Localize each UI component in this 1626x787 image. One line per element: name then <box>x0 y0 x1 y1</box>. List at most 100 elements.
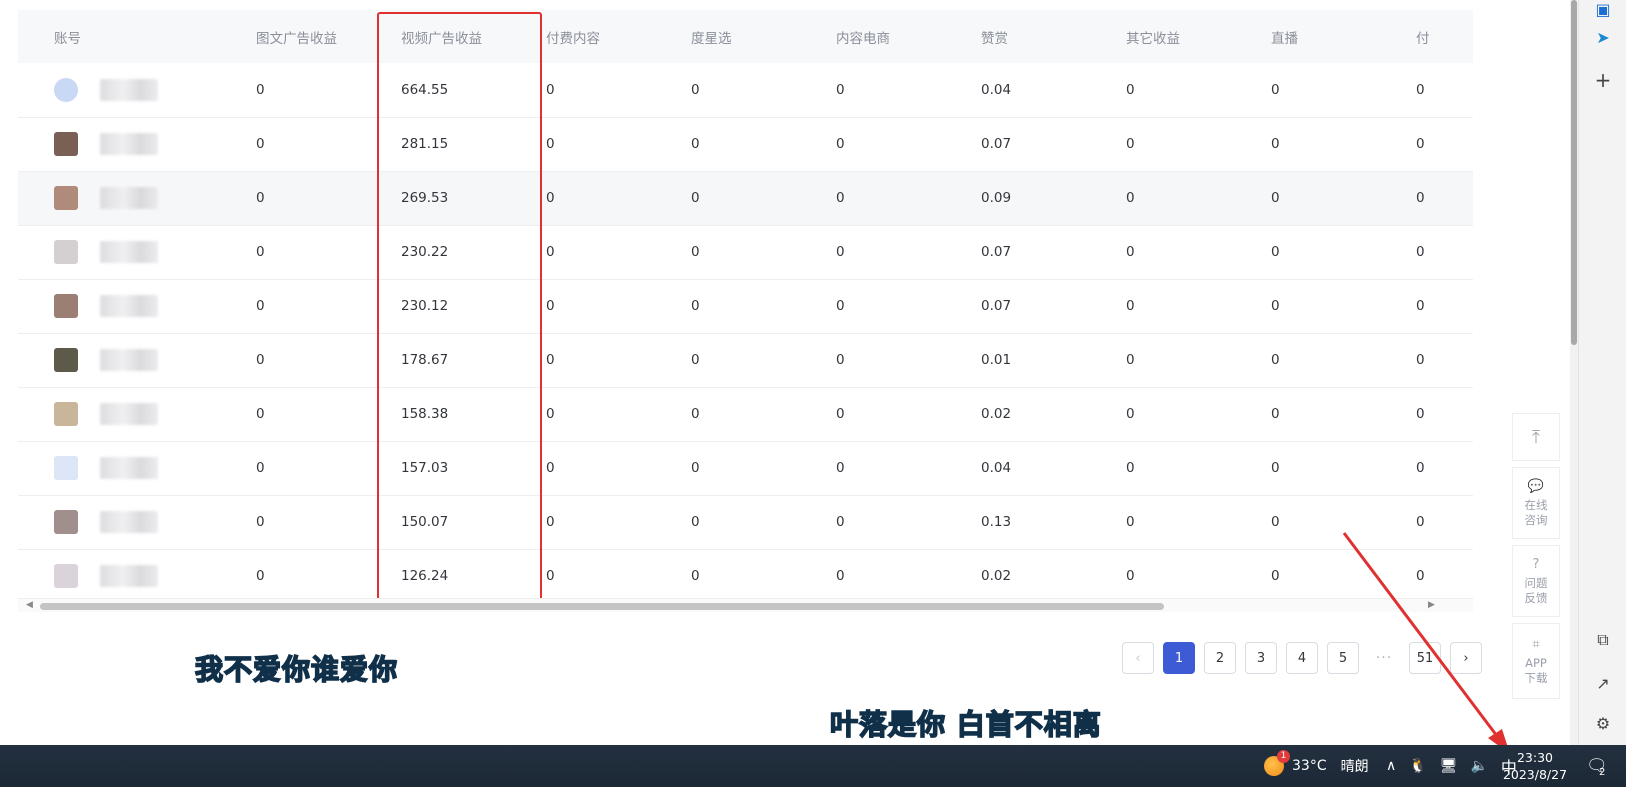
cell-duxingxuan: 0 <box>655 63 800 118</box>
column-header: 其它收益 <box>1090 10 1235 63</box>
table-row: 0 157.03 0 0 0 0.04 0 0 0 <box>18 441 1473 496</box>
page-button-5[interactable]: 5 <box>1327 642 1359 674</box>
cell-ecommerce: 0 <box>800 333 945 388</box>
cell-tip: 0.07 <box>945 225 1090 280</box>
account-cell <box>18 441 220 496</box>
column-header: 赞赏 <box>945 10 1090 63</box>
page-button-3[interactable]: 3 <box>1245 642 1277 674</box>
avatar <box>54 456 78 480</box>
weather-widget[interactable]: 1 33°C 晴朗 <box>1264 745 1369 787</box>
cell-paid: 0 <box>510 63 655 118</box>
cell-video-ad: 664.55 <box>365 63 510 118</box>
account-cell <box>18 117 220 172</box>
outlook-icon[interactable]: ▣ <box>1593 0 1613 20</box>
horizontal-scrollbar[interactable]: ◀ ▶ <box>18 598 1473 612</box>
scroll-right-arrow-icon[interactable]: ▶ <box>1428 600 1435 610</box>
account-cell <box>18 387 220 442</box>
cell-last: 0 <box>1380 63 1473 118</box>
taskbar: 1 33°C 晴朗 ∧ 🐧 🖥 🔈 中 23:30 2023/8/27 🗨 2 <box>0 745 1626 787</box>
cell-duxingxuan: 0 <box>655 495 800 550</box>
table-row: 0 126.24 0 0 0 0.02 0 0 0 <box>18 549 1473 604</box>
page-button-last[interactable]: 51 <box>1409 642 1441 674</box>
column-header: 账号 <box>18 10 220 63</box>
account-name-blurred <box>100 295 158 317</box>
cell-other: 0 <box>1090 63 1235 118</box>
feedback-button[interactable]: ? 问题反馈 <box>1512 545 1560 617</box>
network-icon[interactable]: 🖥 <box>1440 758 1458 774</box>
screenshot-icon[interactable]: ⧉ <box>1593 630 1613 650</box>
cell-text-ad: 0 <box>220 333 365 388</box>
cell-live: 0 <box>1235 117 1380 172</box>
cell-live: 0 <box>1235 279 1380 334</box>
online-consult-button[interactable]: 💬 在线咨询 <box>1512 467 1560 539</box>
account-name-blurred <box>100 511 158 533</box>
cell-tip: 0.02 <box>945 549 1090 604</box>
tray-expand-icon[interactable]: ∧ <box>1386 758 1396 774</box>
add-icon[interactable]: + <box>1593 70 1613 90</box>
cell-text-ad: 0 <box>220 171 365 226</box>
cell-text-ad: 0 <box>220 63 365 118</box>
cell-video-ad: 281.15 <box>365 117 510 172</box>
telegram-icon[interactable]: ➤ <box>1593 28 1613 48</box>
account-cell <box>18 549 220 604</box>
scrollbar-thumb[interactable] <box>40 603 1164 610</box>
qr-code-icon: ⌗ <box>1532 636 1540 652</box>
cell-live: 0 <box>1235 333 1380 388</box>
temperature: 33°C <box>1292 758 1327 774</box>
avatar <box>54 77 78 102</box>
settings-gear-icon[interactable]: ⚙ <box>1593 714 1613 734</box>
cell-paid: 0 <box>510 279 655 334</box>
cell-tip: 0.04 <box>945 63 1090 118</box>
app-download-button[interactable]: ⌗ APP下载 <box>1512 623 1560 699</box>
back-to-top-button[interactable]: ⤒ <box>1512 413 1560 461</box>
cell-duxingxuan: 0 <box>655 279 800 334</box>
cell-other: 0 <box>1090 495 1235 550</box>
page-ellipsis[interactable]: ··· <box>1368 650 1400 666</box>
page-button-2[interactable]: 2 <box>1204 642 1236 674</box>
cell-paid: 0 <box>510 387 655 442</box>
cell-video-ad: 269.53 <box>365 171 510 226</box>
account-name-blurred <box>100 349 158 371</box>
cell-duxingxuan: 0 <box>655 387 800 442</box>
page-scrollbar-thumb[interactable] <box>1571 0 1577 345</box>
cell-paid: 0 <box>510 441 655 496</box>
cell-last: 0 <box>1380 225 1473 280</box>
video-caption-1: 我不爱你谁爱你 <box>194 652 399 687</box>
cell-paid: 0 <box>510 171 655 226</box>
cell-ecommerce: 0 <box>800 225 945 280</box>
qq-icon[interactable]: 🐧 <box>1409 758 1426 774</box>
avatar <box>54 510 78 534</box>
page-button-4[interactable]: 4 <box>1286 642 1318 674</box>
cell-video-ad: 158.38 <box>365 387 510 442</box>
next-page-button[interactable]: › <box>1450 642 1482 674</box>
account-cell <box>18 333 220 388</box>
cell-tip: 0.13 <box>945 495 1090 550</box>
scroll-left-arrow-icon[interactable]: ◀ <box>26 600 33 610</box>
volume-icon[interactable]: 🔈 <box>1470 758 1487 774</box>
cell-tip: 0.07 <box>945 279 1090 334</box>
cell-live: 0 <box>1235 495 1380 550</box>
main-content: 账号 图文广告收益 视频广告收益 付费内容 度星选 内容电商 赞赏 其它收益 直播付 0 664.… <box>0 0 1482 745</box>
table-header-row: 账号 图文广告收益 视频广告收益 付费内容 度星选 内容电商 赞赏 其它收益 直播付 <box>18 10 1473 63</box>
open-external-icon[interactable]: ↗ <box>1593 674 1613 694</box>
column-header: 付费内容 <box>510 10 655 63</box>
cell-last: 0 <box>1380 495 1473 550</box>
cell-duxingxuan: 0 <box>655 171 800 226</box>
cell-video-ad: 230.12 <box>365 279 510 334</box>
cell-live: 0 <box>1235 225 1380 280</box>
cell-ecommerce: 0 <box>800 63 945 118</box>
cell-video-ad: 157.03 <box>365 441 510 496</box>
account-cell <box>18 63 220 118</box>
cell-text-ad: 0 <box>220 279 365 334</box>
cell-tip: 0.07 <box>945 117 1090 172</box>
clock[interactable]: 23:30 2023/8/27 <box>1500 749 1570 783</box>
pagination: ‹ 12345 ··· 51 › <box>1122 642 1482 674</box>
page-button-1[interactable]: 1 <box>1163 642 1195 674</box>
page-vertical-scrollbar[interactable] <box>1570 0 1578 745</box>
consult-label: 在线咨询 <box>1524 497 1548 527</box>
prev-page-button[interactable]: ‹ <box>1122 642 1154 674</box>
account-name-blurred <box>100 457 158 479</box>
column-header: 直播 <box>1235 10 1380 63</box>
cell-tip: 0.09 <box>945 171 1090 226</box>
cell-paid: 0 <box>510 333 655 388</box>
